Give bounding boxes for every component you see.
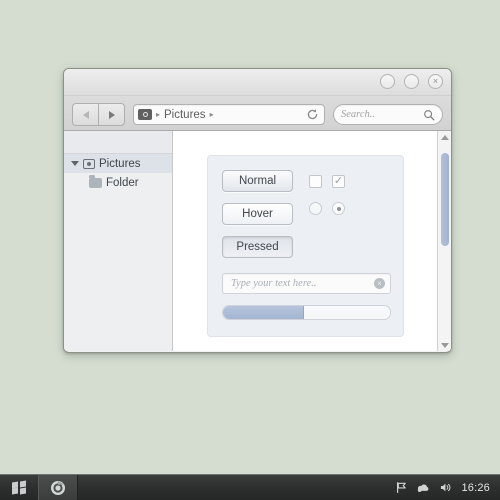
radio-unselected[interactable] [309, 202, 322, 215]
search-input[interactable]: Search.. [333, 104, 443, 125]
minimize-button[interactable] [380, 74, 395, 89]
sidebar-header [64, 131, 172, 154]
scroll-down-button[interactable] [440, 339, 449, 351]
taskbar-item-browser[interactable] [38, 475, 78, 500]
windows-logo-icon [12, 480, 26, 494]
progress-bar [222, 305, 391, 320]
breadcrumb-separator-trailing: ▸ [209, 109, 214, 119]
hover-button[interactable]: Hover [222, 203, 293, 225]
content-area: Normal Hover Pressed ✓ Type your text he… [173, 131, 451, 351]
breadcrumb[interactable]: ▸ Pictures ▸ [133, 104, 325, 125]
hover-button-label: Hover [242, 208, 273, 220]
chevron-left-icon [82, 110, 89, 119]
search-icon [424, 109, 435, 120]
camera-icon [83, 158, 95, 169]
normal-button-label: Normal [238, 175, 277, 187]
system-tray: 16:26 [395, 481, 500, 494]
text-input[interactable]: Type your text here.. × [222, 273, 391, 294]
taskbar-clock[interactable]: 16:26 [461, 482, 490, 494]
flag-icon[interactable] [395, 481, 408, 494]
window-titlebar: × [64, 69, 451, 96]
browser-icon [51, 480, 65, 495]
checkbox-unchecked[interactable] [309, 175, 322, 188]
close-button[interactable]: × [428, 74, 443, 89]
navigation-buttons [72, 103, 125, 126]
folder-icon [89, 175, 102, 188]
chevron-right-icon [108, 110, 115, 119]
scroll-up-button[interactable] [440, 131, 449, 143]
sidebar-item-label: Folder [106, 176, 139, 189]
widget-demo-panel: Normal Hover Pressed ✓ Type your text he… [207, 155, 404, 337]
desktop: × ▸ Pictures ▸ Search.. Pictures Folder … [0, 0, 500, 500]
breadcrumb-separator: ▸ [156, 109, 161, 119]
camera-icon [138, 109, 152, 120]
normal-button[interactable]: Normal [222, 170, 293, 192]
chevron-down-icon[interactable] [71, 161, 79, 166]
sidebar: Pictures Folder [64, 131, 173, 351]
check-icon: ✓ [333, 175, 344, 187]
close-icon: × [432, 76, 439, 86]
sidebar-item-label: Pictures [99, 157, 141, 170]
refresh-icon[interactable] [303, 106, 321, 124]
progress-bar-fill [223, 306, 305, 319]
checkbox-checked[interactable]: ✓ [332, 175, 345, 188]
start-button[interactable] [0, 475, 38, 500]
back-button[interactable] [72, 103, 98, 126]
sidebar-item-folder[interactable]: Folder [64, 173, 172, 192]
pressed-button-label: Pressed [236, 241, 279, 253]
sidebar-item-pictures[interactable]: Pictures [64, 154, 172, 173]
taskbar: 16:26 [0, 474, 500, 500]
pressed-button[interactable]: Pressed [222, 236, 293, 258]
text-input-placeholder: Type your text here.. [231, 278, 317, 289]
radio-dot-icon [336, 206, 341, 211]
scrollbar-track[interactable] [438, 143, 451, 339]
network-icon[interactable] [417, 481, 430, 494]
clear-icon[interactable]: × [374, 278, 385, 289]
search-placeholder: Search.. [341, 109, 376, 120]
breadcrumb-path[interactable]: Pictures [164, 109, 206, 121]
forward-button[interactable] [98, 103, 125, 126]
maximize-button[interactable] [404, 74, 419, 89]
scrollbar-thumb[interactable] [441, 153, 449, 246]
chevron-down-icon [440, 342, 449, 348]
file-manager-window: × ▸ Pictures ▸ Search.. Pictures Folder … [63, 68, 452, 353]
chevron-up-icon [440, 134, 449, 140]
volume-icon[interactable] [439, 481, 452, 494]
window-controls: × [380, 74, 443, 89]
radio-selected[interactable] [332, 202, 345, 215]
vertical-scrollbar[interactable] [437, 131, 451, 351]
window-body: Pictures Folder Normal Hover Pressed ✓ T… [64, 131, 451, 351]
window-toolbar: ▸ Pictures ▸ Search.. [64, 96, 451, 131]
